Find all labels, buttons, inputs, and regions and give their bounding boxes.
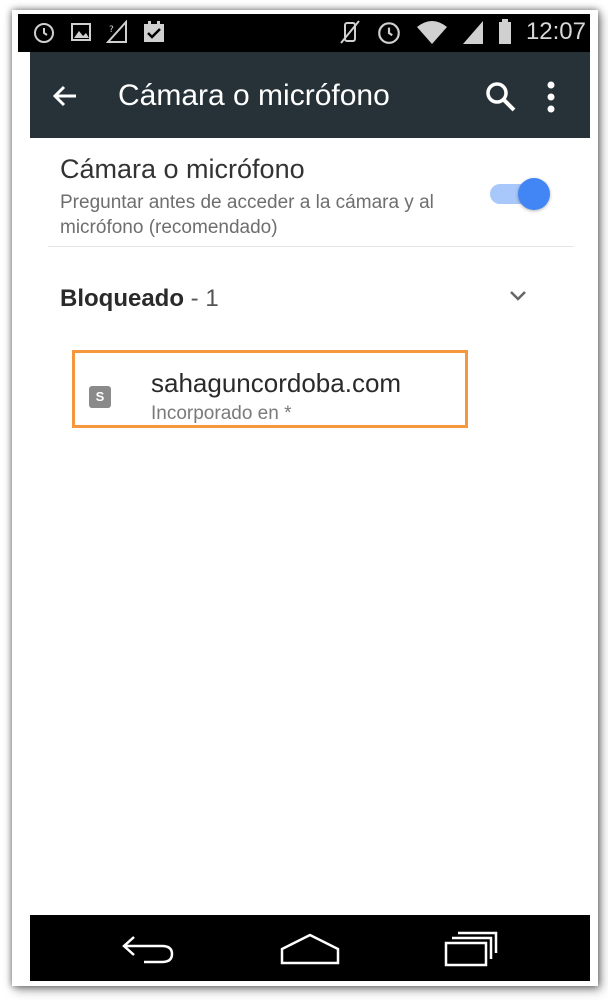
setting-title: Cámara o micrófono — [60, 154, 305, 184]
camera-mic-toggle[interactable] — [490, 178, 552, 210]
alarm-icon — [34, 23, 54, 43]
setting-description: Preguntar antes de acceder a la cámara y… — [60, 192, 434, 238]
status-left-icons: ? — [32, 20, 166, 44]
toggle-thumb — [518, 178, 550, 210]
status-time: 12:07 — [525, 18, 586, 45]
blocked-separator: - — [184, 285, 206, 312]
svg-text:?: ? — [109, 25, 114, 35]
more-options-icon[interactable] — [545, 80, 557, 114]
site-favicon-icon: S — [89, 386, 111, 408]
back-icon[interactable] — [118, 929, 178, 967]
signal-icon — [462, 21, 483, 44]
blocked-label: Bloqueado — [60, 285, 184, 312]
signal-notification-icon: ? — [106, 20, 127, 43]
vibrate-off-icon — [340, 20, 360, 44]
site-subtitle: Incorporado en * — [151, 403, 292, 424]
blocked-site-item[interactable]: S sahaguncordoba.com Incorporado en * — [72, 350, 468, 428]
status-right-icons: 12:07 — [338, 18, 586, 46]
home-icon[interactable] — [278, 929, 342, 967]
status-bar: ? 12:07 — [18, 14, 590, 52]
toolbar: Cámara o micrófono — [30, 52, 590, 138]
chevron-down-icon[interactable] — [506, 288, 530, 304]
camera-mic-setting-row[interactable]: Cámara o micrófono Preguntar antes de ac… — [48, 138, 574, 247]
navigation-bar — [30, 915, 590, 981]
image-notification-icon — [71, 23, 91, 41]
calendar-check-icon — [144, 21, 164, 42]
battery-icon — [498, 19, 511, 44]
recent-apps-icon[interactable] — [440, 929, 500, 967]
back-arrow-icon[interactable] — [50, 81, 80, 111]
search-icon[interactable] — [484, 80, 518, 114]
site-name: sahaguncordoba.com — [151, 368, 402, 398]
blocked-section-header[interactable]: Bloqueado - 1 — [60, 285, 219, 313]
wifi-icon — [416, 21, 447, 44]
toolbar-title: Cámara o micrófono — [118, 79, 390, 112]
blocked-count: 1 — [205, 285, 219, 312]
alarm-icon — [378, 22, 400, 44]
